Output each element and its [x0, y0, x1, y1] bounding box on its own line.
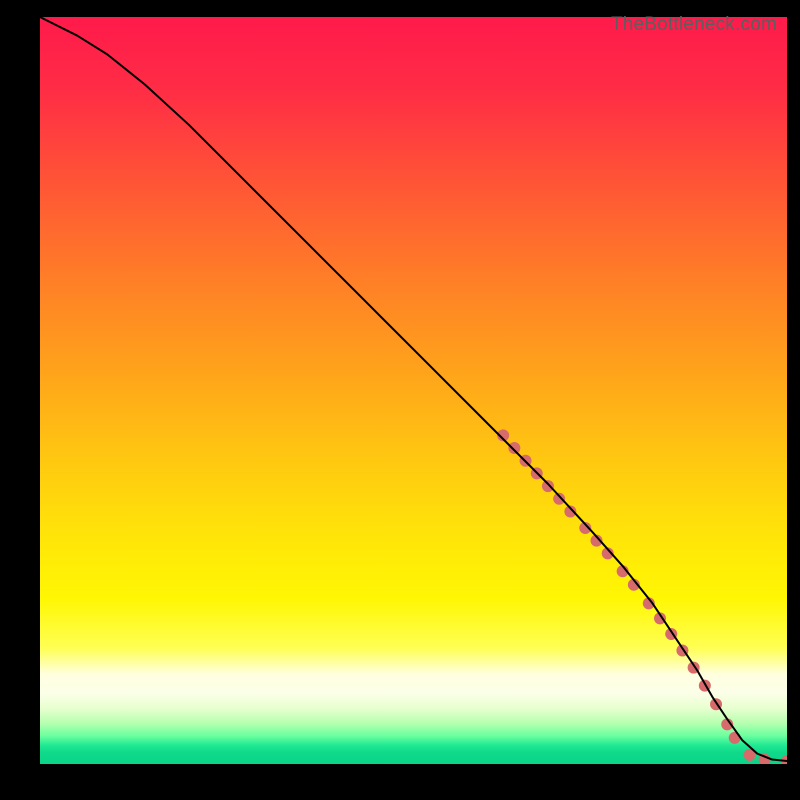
chart-svg	[40, 17, 787, 764]
chart-frame: TheBottleneck.com	[0, 0, 800, 800]
marker-group	[497, 429, 787, 764]
marker-dot	[508, 442, 520, 454]
plot-area: TheBottleneck.com	[40, 17, 787, 764]
watermark-text: TheBottleneck.com	[611, 14, 777, 36]
marker-dot	[729, 732, 741, 744]
marker-dot	[542, 480, 554, 492]
curve-line	[40, 17, 787, 761]
